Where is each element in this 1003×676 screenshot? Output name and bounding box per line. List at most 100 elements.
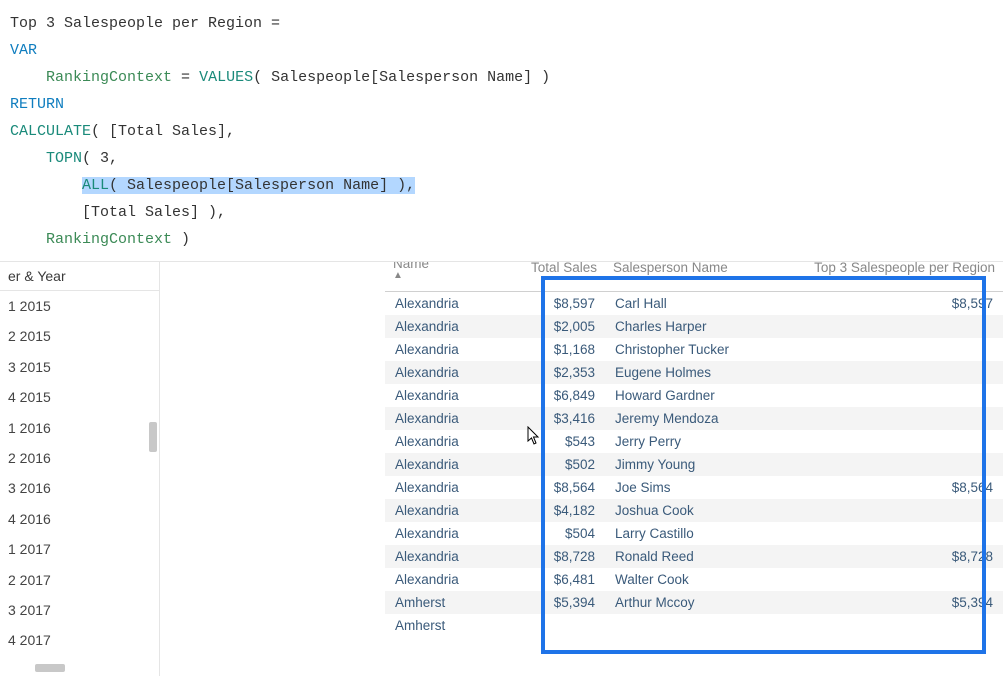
column-header-total-sales[interactable]: Total Sales <box>505 262 605 286</box>
table-cell[interactable] <box>785 614 1003 637</box>
column-header-top3[interactable]: Top 3 Salespeople per Region <box>785 262 1003 286</box>
table-row[interactable]: Amherst <box>385 614 1003 637</box>
slicer-item[interactable]: 1 2015 <box>0 291 159 321</box>
table-cell[interactable]: Jeremy Mendoza <box>605 407 785 430</box>
table-cell[interactable]: Alexandria <box>385 568 505 591</box>
table-row[interactable]: Amherst$5,394Arthur Mccoy$5,394 <box>385 591 1003 614</box>
table-row[interactable]: Alexandria$504Larry Castillo <box>385 522 1003 545</box>
table-cell[interactable] <box>785 361 1003 384</box>
table-row[interactable]: Alexandria$8,564Joe Sims$8,564 <box>385 476 1003 499</box>
horizontal-scrollbar-thumb[interactable] <box>35 664 65 672</box>
table-cell[interactable]: $8,597 <box>505 292 605 316</box>
table-cell[interactable]: Christopher Tucker <box>605 338 785 361</box>
table-row[interactable]: Alexandria$1,168Christopher Tucker <box>385 338 1003 361</box>
table-cell[interactable]: Charles Harper <box>605 315 785 338</box>
table-cell[interactable]: $2,005 <box>505 315 605 338</box>
table-cell[interactable] <box>785 430 1003 453</box>
table-cell[interactable]: Alexandria <box>385 453 505 476</box>
formula-editor[interactable]: Top 3 Salespeople per Region = VAR Ranki… <box>0 0 1003 261</box>
vertical-scrollbar[interactable] <box>149 262 157 656</box>
table-cell[interactable]: Jimmy Young <box>605 453 785 476</box>
table-cell[interactable]: $1,168 <box>505 338 605 361</box>
slicer-item[interactable]: 3 2016 <box>0 473 159 503</box>
table-row[interactable]: Alexandria$6,481Walter Cook <box>385 568 1003 591</box>
table-cell[interactable]: Alexandria <box>385 361 505 384</box>
table-cell[interactable] <box>605 614 785 637</box>
table-cell[interactable]: Amherst <box>385 614 505 637</box>
table-cell[interactable]: $502 <box>505 453 605 476</box>
table-row[interactable]: Alexandria$6,849Howard Gardner <box>385 384 1003 407</box>
table-cell[interactable] <box>785 384 1003 407</box>
table-cell[interactable]: $5,394 <box>505 591 605 614</box>
table-cell[interactable]: Walter Cook <box>605 568 785 591</box>
table-cell[interactable]: $6,481 <box>505 568 605 591</box>
table-cell[interactable]: Carl Hall <box>605 292 785 316</box>
table-cell[interactable]: Eugene Holmes <box>605 361 785 384</box>
table-cell[interactable]: Alexandria <box>385 338 505 361</box>
table-cell[interactable]: $6,849 <box>505 384 605 407</box>
table-cell[interactable]: $8,564 <box>785 476 1003 499</box>
table-cell[interactable]: Larry Castillo <box>605 522 785 545</box>
table-cell[interactable]: $2,353 <box>505 361 605 384</box>
table-cell[interactable]: $8,597 <box>785 292 1003 316</box>
column-header-salesperson[interactable]: Salesperson Name <box>605 262 785 286</box>
table-cell[interactable] <box>785 453 1003 476</box>
slicer-item[interactable]: 2 2017 <box>0 565 159 595</box>
table-row[interactable]: Alexandria$3,416Jeremy Mendoza <box>385 407 1003 430</box>
table-cell[interactable] <box>785 568 1003 591</box>
slicer-item[interactable]: 4 2016 <box>0 504 159 534</box>
table-row[interactable]: Alexandria$8,728Ronald Reed$8,728 <box>385 545 1003 568</box>
vertical-scrollbar-thumb[interactable] <box>149 422 157 452</box>
table-cell[interactable]: Joshua Cook <box>605 499 785 522</box>
table-cell[interactable]: Joe Sims <box>605 476 785 499</box>
table-cell[interactable]: Arthur Mccoy <box>605 591 785 614</box>
table-cell[interactable]: $543 <box>505 430 605 453</box>
table-cell[interactable]: Alexandria <box>385 315 505 338</box>
slicer-item[interactable]: 4 2015 <box>0 382 159 412</box>
table-cell[interactable]: $8,728 <box>785 545 1003 568</box>
table-row[interactable]: Alexandria$4,182Joshua Cook <box>385 499 1003 522</box>
slicer-item[interactable]: 1 2016 <box>0 413 159 443</box>
table-cell[interactable]: $4,182 <box>505 499 605 522</box>
table-cell[interactable]: $3,416 <box>505 407 605 430</box>
table-row[interactable]: Alexandria$2,005Charles Harper <box>385 315 1003 338</box>
slicer-item[interactable]: 3 2015 <box>0 352 159 382</box>
slicer-item[interactable]: 2 2015 <box>0 321 159 351</box>
table-cell[interactable]: Alexandria <box>385 407 505 430</box>
slicer-item[interactable]: 1 2017 <box>0 534 159 564</box>
table-cell[interactable]: Alexandria <box>385 499 505 522</box>
slicer-panel[interactable]: er & Year 1 20152 20153 20154 20151 2016… <box>0 262 160 676</box>
table-cell[interactable]: Howard Gardner <box>605 384 785 407</box>
table-cell[interactable]: Alexandria <box>385 430 505 453</box>
table-cell[interactable]: $504 <box>505 522 605 545</box>
table-cell[interactable] <box>785 315 1003 338</box>
table-cell[interactable]: Alexandria <box>385 292 505 316</box>
table-cell[interactable] <box>505 614 605 637</box>
slicer-item[interactable]: 2 2016 <box>0 443 159 473</box>
data-table[interactable]: Name▲ Total Sales Salesperson Name Top 3… <box>385 262 1003 637</box>
table-row[interactable]: Alexandria$2,353Eugene Holmes <box>385 361 1003 384</box>
data-table-visual[interactable]: Name▲ Total Sales Salesperson Name Top 3… <box>385 262 1003 676</box>
table-cell[interactable]: Alexandria <box>385 476 505 499</box>
table-cell[interactable]: Alexandria <box>385 545 505 568</box>
slicer-list[interactable]: 1 20152 20153 20154 20151 20162 20163 20… <box>0 291 159 656</box>
table-cell[interactable]: $5,394 <box>785 591 1003 614</box>
table-cell[interactable]: Jerry Perry <box>605 430 785 453</box>
table-cell[interactable] <box>785 522 1003 545</box>
table-cell[interactable] <box>785 499 1003 522</box>
table-cell[interactable]: Alexandria <box>385 384 505 407</box>
table-cell[interactable]: $8,564 <box>505 476 605 499</box>
table-row[interactable]: Alexandria$8,597Carl Hall$8,597 <box>385 292 1003 316</box>
table-cell[interactable] <box>785 407 1003 430</box>
table-cell[interactable]: Ronald Reed <box>605 545 785 568</box>
slicer-item[interactable]: 3 2017 <box>0 595 159 625</box>
table-cell[interactable]: Alexandria <box>385 522 505 545</box>
table-row[interactable]: Alexandria$543Jerry Perry <box>385 430 1003 453</box>
slicer-item[interactable]: 4 2017 <box>0 625 159 655</box>
column-header-name[interactable]: Name▲ <box>385 262 505 286</box>
table-cell[interactable]: $8,728 <box>505 545 605 568</box>
horizontal-scrollbar[interactable] <box>10 664 139 672</box>
table-cell[interactable] <box>785 338 1003 361</box>
table-cell[interactable]: Amherst <box>385 591 505 614</box>
table-row[interactable]: Alexandria$502Jimmy Young <box>385 453 1003 476</box>
